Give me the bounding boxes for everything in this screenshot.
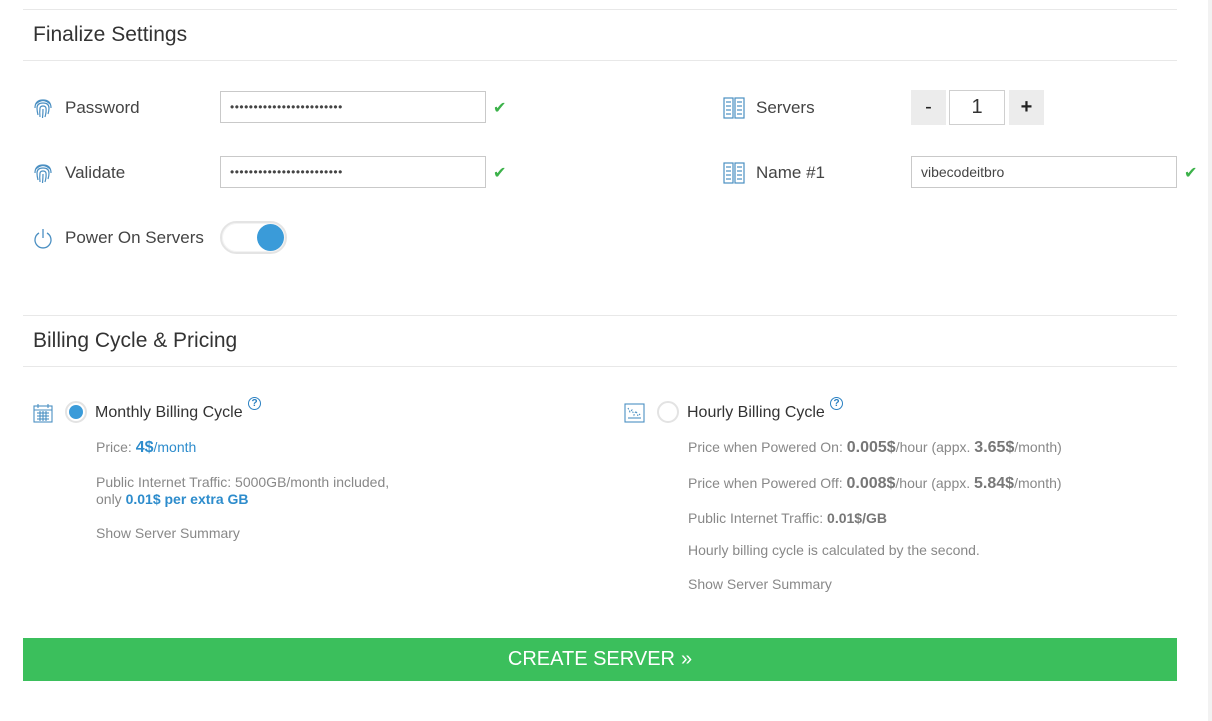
hourly-price-on: Price when Powered On: 0.005$/hour (appx…: [688, 439, 1062, 456]
hourly-show-summary-link[interactable]: Show Server Summary: [688, 576, 832, 592]
divider: [23, 60, 1177, 61]
hourly-price-off: Price when Powered Off: 0.008$/hour (app…: [688, 475, 1062, 492]
check-icon: ✔: [1184, 165, 1198, 182]
billing-title: Billing Cycle & Pricing: [33, 329, 238, 352]
power-icon: [33, 228, 53, 255]
divider: [23, 366, 1177, 367]
fingerprint-icon: [33, 97, 53, 124]
servers-decrement-button[interactable]: -: [911, 90, 946, 125]
servers-label: Servers: [756, 98, 815, 117]
double-chevron-right-icon: »: [680, 648, 693, 670]
password-input[interactable]: ••••••••••••••••••••••••: [220, 91, 486, 123]
finalize-settings-title: Finalize Settings: [33, 23, 188, 46]
monthly-billing-radio[interactable]: [65, 401, 87, 423]
hourly-billing-radio[interactable]: [657, 401, 679, 423]
divider: [23, 9, 1177, 10]
check-icon: ✔: [493, 165, 507, 182]
create-server-button[interactable]: CREATE SERVER»: [23, 638, 1177, 681]
server-name-label: Name #1: [756, 163, 825, 182]
check-icon: ✔: [493, 100, 507, 117]
monthly-price: Price: 4$/month: [96, 439, 197, 456]
server-icon: [723, 162, 745, 189]
monthly-traffic-line1: Public Internet Traffic: 5000GB/month in…: [96, 474, 390, 490]
validate-password-input[interactable]: ••••••••••••••••••••••••: [220, 156, 486, 188]
power-on-toggle[interactable]: [220, 221, 287, 254]
toggle-knob: [257, 224, 284, 251]
validate-label: Validate: [65, 163, 126, 182]
servers-increment-button[interactable]: +: [1009, 90, 1044, 125]
monthly-billing-label[interactable]: Monthly Billing Cycle: [95, 404, 243, 422]
calendar-icon: [33, 403, 53, 428]
power-on-servers-label: Power On Servers: [65, 228, 204, 247]
help-icon[interactable]: ?: [248, 397, 261, 410]
monthly-traffic-line2: only 0.01$ per extra GB: [96, 491, 249, 507]
fingerprint-icon: [33, 162, 53, 189]
scrollbar-track[interactable]: [1208, 0, 1212, 721]
hourly-note: Hourly billing cycle is calculated by th…: [688, 542, 980, 558]
server-icon: [723, 97, 745, 124]
create-server-label: CREATE SERVER: [507, 648, 675, 670]
hourly-traffic: Public Internet Traffic: 0.01$/GB: [688, 510, 887, 526]
server-name-input[interactable]: vibecodeitbro: [911, 156, 1177, 188]
help-icon[interactable]: ?: [830, 397, 843, 410]
password-label: Password: [65, 98, 140, 117]
monthly-show-summary-link[interactable]: Show Server Summary: [96, 525, 240, 541]
servers-count-input[interactable]: 1: [949, 90, 1005, 125]
hourly-chart-icon: [624, 403, 645, 428]
hourly-billing-label[interactable]: Hourly Billing Cycle: [687, 404, 825, 422]
divider: [23, 315, 1177, 316]
finalize-panel: Finalize Settings Password •••••••••••••…: [0, 0, 1208, 721]
